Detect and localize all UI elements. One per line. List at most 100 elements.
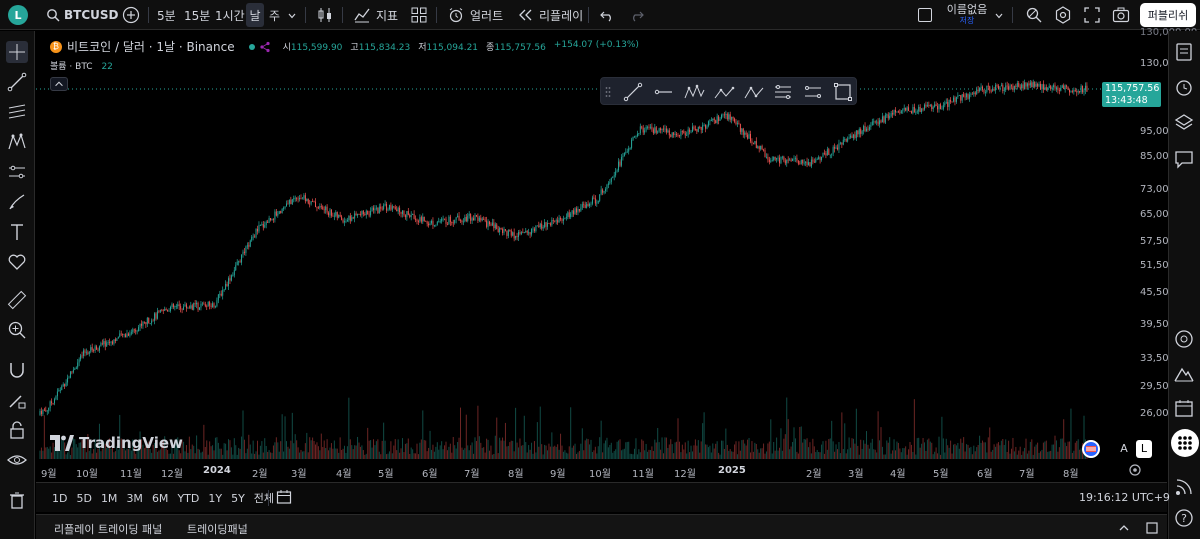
more-apps-icon[interactable]	[1171, 429, 1199, 457]
layout-name[interactable]: 이름없음 저장	[946, 4, 988, 26]
calendar-icon[interactable]	[1173, 397, 1195, 419]
candle-body	[509, 230, 511, 231]
trash-icon[interactable]	[6, 489, 28, 511]
symbol-search[interactable]: BTCUSD	[46, 0, 119, 30]
volume-bar	[897, 442, 899, 459]
volume-bar	[822, 441, 824, 459]
interval-15m[interactable]: 15분	[184, 0, 210, 30]
horizontal-ray-icon[interactable]	[653, 82, 673, 102]
user-avatar[interactable]: L	[8, 5, 28, 25]
replay-button[interactable]: 리플레이	[517, 0, 583, 30]
pencil-lock-icon[interactable]	[6, 389, 28, 411]
templates-grid-icon[interactable]	[411, 7, 427, 23]
share-icon[interactable]	[259, 41, 271, 53]
volume-bar	[928, 438, 930, 459]
symbol-title[interactable]: 비트코인 / 달러 · 1날 · Binance	[67, 38, 235, 55]
layers-icon[interactable]	[1173, 111, 1195, 133]
trend-line-icon[interactable]	[6, 71, 28, 93]
elliott-wave-icon[interactable]	[683, 82, 705, 102]
panel-maximize-icon[interactable]	[1145, 521, 1159, 535]
interval-1d-active[interactable]: 날	[246, 3, 264, 27]
time-axis-settings-icon[interactable]	[1128, 463, 1142, 477]
candle-type-icon[interactable]	[316, 6, 334, 24]
text-tool-icon[interactable]	[6, 221, 28, 243]
chat-icon[interactable]	[1173, 148, 1195, 170]
wave-ac-icon[interactable]	[743, 82, 765, 102]
help-question-icon[interactable]: ?	[1173, 507, 1195, 529]
fib-retracement-icon[interactable]	[6, 101, 28, 123]
interval-1h[interactable]: 1시간	[215, 0, 245, 30]
crosshair-icon[interactable]	[6, 41, 28, 63]
chart-pane[interactable]: ₿ 비트코인 / 달러 · 1날 · Binance 시115,599.90 고…	[36, 27, 1197, 480]
compass-target-icon[interactable]	[1173, 328, 1195, 350]
candle-body	[707, 121, 709, 126]
trend-line-tool-icon[interactable]	[623, 82, 643, 102]
watchlist-icon[interactable]	[1173, 41, 1195, 63]
volume-bar	[494, 435, 496, 459]
range-5d[interactable]: 5D	[76, 492, 91, 505]
alert-label: 얼러트	[470, 8, 504, 23]
eye-icon[interactable]	[6, 449, 28, 471]
fullscreen-icon[interactable]	[1084, 7, 1100, 23]
wave-13-icon[interactable]	[713, 82, 735, 102]
alert-button[interactable]: 얼러트	[448, 0, 503, 30]
camera-snapshot-icon[interactable]	[1112, 6, 1130, 24]
magnet-icon[interactable]	[6, 359, 28, 381]
range-1m[interactable]: 1M	[101, 492, 118, 505]
compare-symbol-icon[interactable]	[122, 6, 140, 24]
layout-checkbox[interactable]	[918, 8, 932, 22]
candle-body	[870, 125, 872, 127]
range-5y[interactable]: 5Y	[231, 492, 245, 505]
volume-bar	[354, 445, 356, 459]
range-ytd[interactable]: YTD	[177, 492, 199, 505]
time-axis-label: 2월	[806, 469, 822, 480]
lock-icon[interactable]	[6, 419, 28, 441]
interval-1w[interactable]: 주	[269, 0, 280, 30]
drag-handle-icon[interactable]	[605, 86, 611, 98]
collapse-legend-button[interactable]	[50, 77, 68, 91]
tab-replay-trading-panel[interactable]: 리플레이 트레이딩 패널	[54, 521, 162, 537]
interval-dropdown-icon[interactable]	[287, 10, 297, 20]
pine-mountain-icon[interactable]	[1173, 363, 1195, 385]
volume-bar	[1000, 440, 1002, 459]
range-all[interactable]: 전체	[254, 490, 274, 506]
volume-bar	[458, 437, 460, 459]
svg-text:?: ?	[1181, 512, 1187, 525]
alerts-clock-icon[interactable]	[1173, 76, 1195, 98]
redo-icon[interactable]	[630, 8, 644, 22]
zoom-in-icon[interactable]	[6, 319, 28, 341]
volume-bar	[931, 442, 933, 459]
volume-bar	[338, 452, 340, 459]
ruler-icon[interactable]	[6, 289, 28, 311]
rss-feed-icon[interactable]	[1173, 476, 1195, 498]
economic-events-icon[interactable]	[1082, 440, 1100, 458]
rectangle-tool-icon[interactable]	[833, 82, 853, 102]
clock-timezone[interactable]: 19:16:12 UTC+9	[1079, 491, 1170, 504]
auto-scale-button[interactable]: A	[1116, 440, 1132, 458]
volume-bar	[663, 453, 664, 459]
range-3m[interactable]: 3M	[126, 492, 143, 505]
prediction-tool-icon[interactable]	[6, 161, 28, 183]
range-6m[interactable]: 6M	[152, 492, 169, 505]
quick-search-icon[interactable]	[1025, 6, 1043, 24]
panel-collapse-icon[interactable]	[1117, 521, 1131, 535]
range-1y[interactable]: 1Y	[208, 492, 222, 505]
goto-date-icon[interactable]	[276, 489, 292, 505]
brush-icon[interactable]	[6, 191, 28, 213]
interval-5m[interactable]: 5분	[157, 0, 176, 30]
candle-body	[697, 126, 699, 132]
range-1d[interactable]: 1D	[52, 492, 67, 505]
undo-icon[interactable]	[600, 8, 614, 22]
pattern-tool-icon[interactable]	[6, 131, 28, 153]
volume-label[interactable]: 볼륨 · BTC	[50, 62, 93, 72]
publish-button[interactable]: 퍼블리쉬	[1140, 3, 1196, 27]
range-tool-icon[interactable]	[773, 82, 793, 102]
tab-trading-panel[interactable]: 트레이딩패널	[187, 521, 248, 537]
candle-body	[702, 125, 704, 130]
heart-icon[interactable]	[6, 251, 28, 273]
price-range-icon[interactable]	[803, 82, 823, 102]
layout-dropdown-icon[interactable]	[994, 10, 1004, 20]
log-scale-button[interactable]: L	[1136, 440, 1152, 458]
indicators-button[interactable]: 지표	[354, 0, 398, 30]
settings-gear-icon[interactable]	[1054, 6, 1072, 24]
